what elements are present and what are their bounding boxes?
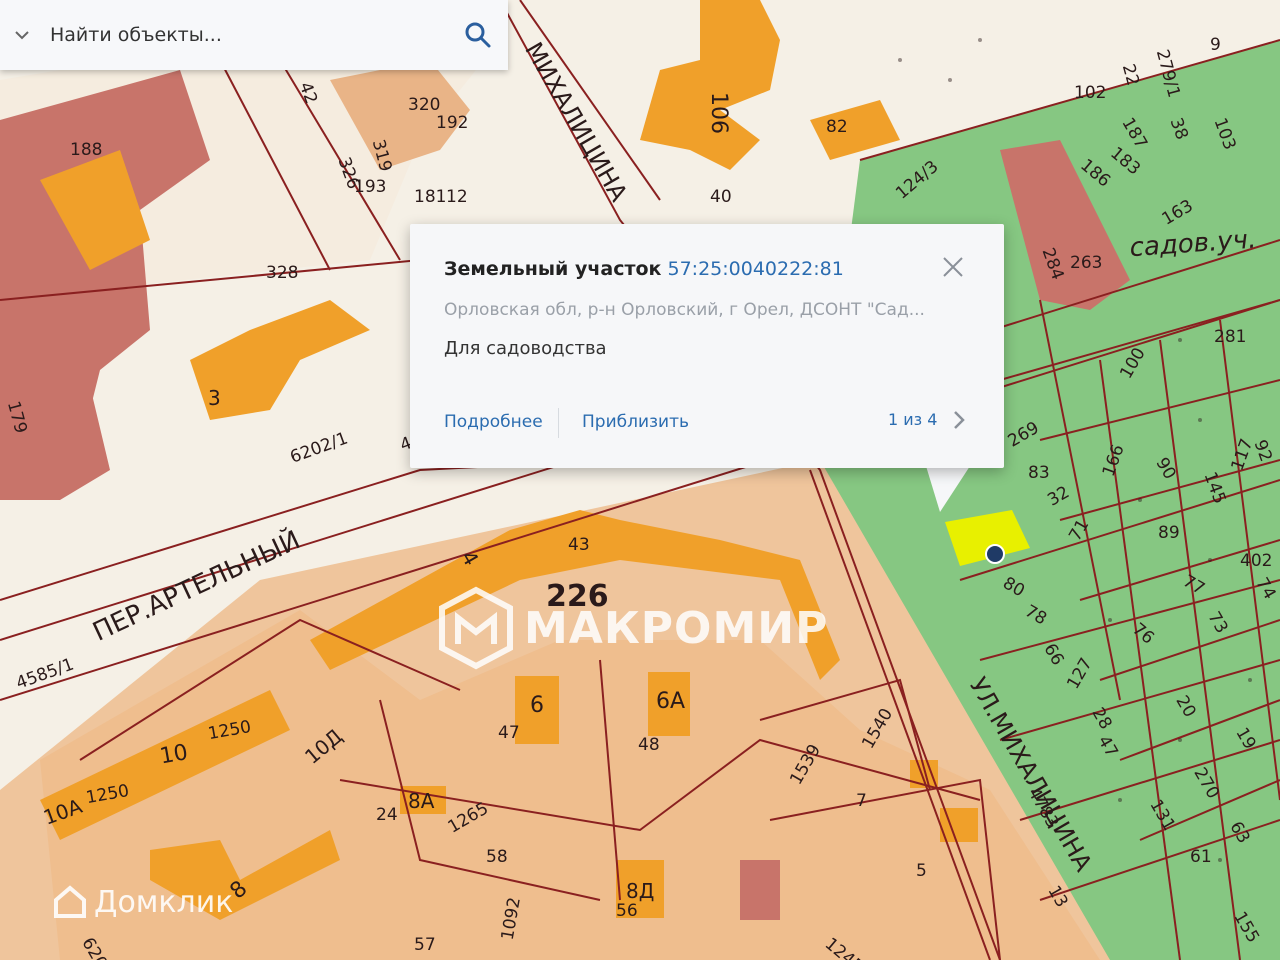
map-label: 6: [530, 693, 544, 718]
link-divider: [558, 408, 559, 438]
watermark-text: МАКРОМИР: [524, 602, 829, 654]
map-label: 47: [498, 723, 520, 743]
map-label: 8А: [408, 789, 435, 813]
map-label: 192: [436, 113, 468, 133]
search-chevron-button[interactable]: [0, 0, 44, 70]
map-label: 57: [414, 935, 436, 955]
zoom-link[interactable]: Приблизить: [582, 412, 689, 432]
domclick-logo-icon: [54, 885, 86, 918]
parcel-info-popup: Земельный участок 57:25:0040222:81 Орлов…: [410, 224, 1004, 468]
map-label: 9: [1210, 35, 1221, 55]
map-label: 43: [568, 535, 590, 555]
map-label: 5: [916, 861, 927, 881]
search-icon: [465, 22, 491, 48]
chevron-down-icon: [15, 31, 29, 40]
chevron-right-icon: [954, 411, 965, 429]
map-label: 48: [638, 735, 660, 755]
map-label: 3: [208, 386, 221, 410]
map-label: 10: [158, 740, 190, 769]
map-label: 6А: [656, 689, 685, 714]
parcel-address: Орловская обл, р-н Орловский, г Орел, ДС…: [444, 300, 925, 320]
map-label: 181: [414, 187, 446, 207]
map-label: 83: [1028, 463, 1050, 483]
map-label: 89: [1158, 523, 1180, 543]
next-button[interactable]: [950, 408, 968, 432]
pager: 1 из 4: [888, 410, 938, 429]
map-label: 24: [376, 805, 398, 825]
cadastral-number[interactable]: 57:25:0040222:81: [668, 258, 844, 280]
watermark: МАКРОМИР: [436, 586, 828, 670]
map-label: 82: [826, 117, 848, 137]
close-icon: [943, 257, 963, 277]
domclick-text: Домклик: [94, 884, 234, 920]
parcel-marker[interactable]: [985, 544, 1005, 564]
search-bar: [0, 0, 508, 70]
map-label: 61: [1190, 847, 1212, 867]
close-button[interactable]: [940, 254, 966, 280]
watermark-logo-icon: [439, 586, 513, 670]
details-link[interactable]: Подробнее: [444, 412, 543, 432]
map-label: 188: [70, 140, 102, 160]
map-label: 58: [486, 847, 508, 867]
map-label: 320: [408, 95, 440, 115]
map-label: 281: [1214, 327, 1246, 347]
search-button[interactable]: [448, 0, 508, 70]
cadastral-map[interactable]: 188 328 3 179 42 320 192 319 326 193 181…: [0, 0, 1280, 960]
map-label: 193: [354, 177, 386, 197]
popup-pointer: [926, 466, 970, 512]
map-label: 106: [706, 92, 731, 134]
map-label: 7: [856, 791, 867, 811]
search-input[interactable]: [44, 24, 448, 46]
map-label: 40: [710, 187, 732, 207]
domclick-watermark: Домклик: [52, 884, 233, 920]
map-label: 8Д: [626, 879, 654, 903]
object-type: Земельный участок: [444, 258, 662, 280]
popup-title: Земельный участок 57:25:0040222:81: [444, 258, 844, 280]
map-label: 263: [1070, 253, 1102, 273]
map-label: 56: [616, 901, 638, 921]
map-label: 102: [1074, 83, 1106, 103]
map-label: 12: [446, 187, 468, 207]
map-label: 328: [266, 263, 298, 283]
map-label: 402: [1240, 551, 1272, 571]
parcel-purpose: Для садоводства: [444, 338, 607, 359]
